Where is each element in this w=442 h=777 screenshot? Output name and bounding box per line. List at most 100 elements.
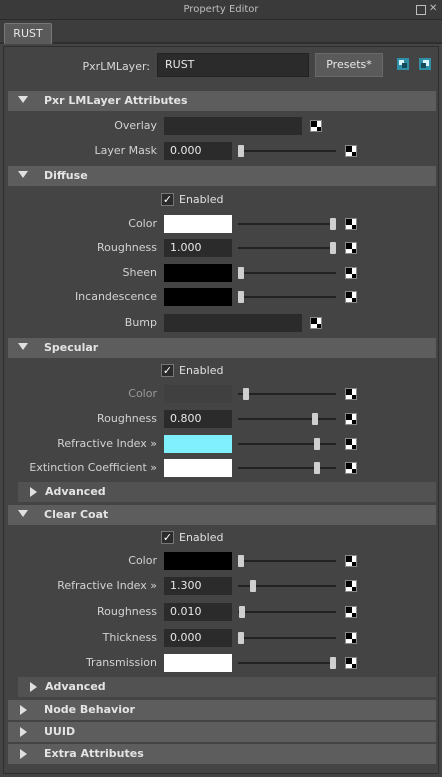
- section-title: UUID: [44, 725, 76, 738]
- diffuse-incandescence-slider[interactable]: [238, 296, 336, 298]
- specular-refractive-swatch[interactable]: [164, 435, 232, 453]
- slider-knob[interactable]: [249, 580, 256, 592]
- slider-knob[interactable]: [330, 657, 336, 669]
- specular-refractive-slider[interactable]: [238, 443, 336, 445]
- map-button-icon[interactable]: [310, 317, 322, 329]
- clearcoat-thickness-field[interactable]: 0.000: [164, 629, 232, 647]
- map-button-icon[interactable]: [345, 388, 357, 400]
- section-clear-coat[interactable]: Clear Coat: [8, 505, 436, 525]
- section-node-behavior[interactable]: Node Behavior: [8, 700, 436, 720]
- diffuse-sheen-slider[interactable]: [238, 272, 336, 274]
- clearcoat-color-swatch[interactable]: [164, 552, 232, 570]
- section-title: Diffuse: [44, 169, 88, 182]
- specular-extinction-slider[interactable]: [238, 467, 336, 469]
- enabled-label: Enabled: [179, 193, 224, 206]
- slider-knob[interactable]: [238, 606, 245, 618]
- slider-knob[interactable]: [314, 438, 321, 450]
- clearcoat-roughness-field[interactable]: 0.010: [164, 603, 232, 621]
- slider-knob[interactable]: [330, 242, 336, 254]
- tab-rust[interactable]: RUST: [4, 23, 52, 44]
- clearcoat-refractive-label[interactable]: Refractive Index »: [57, 579, 157, 592]
- diffuse-roughness-field[interactable]: 1.000: [164, 239, 232, 257]
- show-output-icon[interactable]: [418, 57, 432, 71]
- section-pxr-attributes[interactable]: Pxr LMLayer Attributes: [8, 91, 436, 111]
- specular-refractive-label[interactable]: Refractive Index »: [57, 437, 157, 450]
- clearcoat-color-slider[interactable]: [238, 560, 336, 562]
- clearcoat-enabled-checkbox[interactable]: ✓: [161, 531, 174, 544]
- diffuse-color-swatch[interactable]: [164, 215, 232, 233]
- slider-knob[interactable]: [330, 218, 336, 230]
- map-button-icon[interactable]: [345, 291, 357, 303]
- show-input-icon[interactable]: [396, 57, 410, 71]
- specular-color-slider[interactable]: [238, 393, 336, 395]
- map-button-icon[interactable]: [345, 438, 357, 450]
- enabled-label: Enabled: [179, 531, 224, 544]
- diffuse-color-row: Color: [4, 212, 438, 236]
- section-title: Advanced: [45, 680, 106, 693]
- specular-color-swatch[interactable]: [164, 385, 232, 403]
- section-title: Advanced: [45, 485, 106, 498]
- presets-button[interactable]: Presets*: [315, 53, 383, 77]
- diffuse-sheen-swatch[interactable]: [164, 264, 232, 282]
- specular-extinction-label[interactable]: Extinction Coefficient »: [29, 461, 157, 474]
- map-button-icon[interactable]: [345, 242, 357, 254]
- diffuse-sheen-label: Sheen: [122, 266, 157, 279]
- section-clearcoat-advanced[interactable]: Advanced: [18, 677, 436, 697]
- map-button-icon[interactable]: [345, 555, 357, 567]
- diffuse-roughness-slider[interactable]: [238, 247, 336, 249]
- overlay-field[interactable]: [164, 117, 302, 135]
- diffuse-roughness-label: Roughness: [96, 241, 157, 254]
- expand-arrow-icon: [20, 749, 27, 759]
- specular-extinction-row: Extinction Coefficient »: [4, 456, 438, 480]
- specular-extinction-swatch[interactable]: [164, 459, 232, 477]
- section-specular[interactable]: Specular: [8, 338, 436, 358]
- slider-knob[interactable]: [238, 145, 244, 157]
- diffuse-color-slider[interactable]: [238, 223, 336, 225]
- section-title: Clear Coat: [44, 508, 109, 521]
- map-button-icon[interactable]: [345, 267, 357, 279]
- slider-knob[interactable]: [238, 555, 244, 567]
- float-window-icon[interactable]: [416, 5, 426, 15]
- clearcoat-thickness-label: Thickness: [102, 631, 157, 644]
- close-icon[interactable]: ✕: [429, 4, 439, 14]
- slider-knob[interactable]: [238, 267, 244, 279]
- slider-knob[interactable]: [238, 632, 244, 644]
- specular-roughness-slider[interactable]: [238, 418, 336, 420]
- section-uuid[interactable]: UUID: [8, 722, 436, 742]
- diffuse-incandescence-swatch[interactable]: [164, 288, 232, 306]
- section-specular-advanced[interactable]: Advanced: [18, 482, 436, 502]
- specular-roughness-field[interactable]: 0.800: [164, 410, 232, 428]
- map-button-icon[interactable]: [345, 580, 357, 592]
- section-extra-attributes[interactable]: Extra Attributes: [8, 744, 436, 764]
- layer-name-field[interactable]: RUST: [157, 53, 309, 77]
- clearcoat-thickness-slider[interactable]: [238, 637, 336, 639]
- clearcoat-color-label: Color: [128, 554, 157, 567]
- section-diffuse[interactable]: Diffuse: [8, 166, 436, 186]
- clearcoat-enabled-row: ✓ Enabled: [4, 528, 438, 550]
- clearcoat-roughness-slider[interactable]: [238, 611, 336, 613]
- map-button-icon[interactable]: [345, 606, 357, 618]
- diffuse-bump-field[interactable]: [164, 314, 302, 332]
- specular-color-row: Color: [4, 382, 438, 406]
- diffuse-sheen-row: Sheen: [4, 261, 438, 285]
- map-button-icon[interactable]: [345, 657, 357, 669]
- slider-knob[interactable]: [238, 291, 244, 303]
- map-button-icon[interactable]: [345, 632, 357, 644]
- map-button-icon[interactable]: [345, 413, 357, 425]
- slider-knob[interactable]: [314, 462, 321, 474]
- layer-row: PxrLMLayer: RUST Presets*: [4, 47, 438, 87]
- slider-knob[interactable]: [242, 388, 249, 400]
- clearcoat-transmission-swatch[interactable]: [164, 654, 232, 672]
- map-button-icon[interactable]: [345, 218, 357, 230]
- diffuse-enabled-checkbox[interactable]: ✓: [161, 193, 174, 206]
- layer-mask-field[interactable]: 0.000: [164, 142, 232, 160]
- map-button-icon[interactable]: [345, 462, 357, 474]
- map-button-icon[interactable]: [310, 120, 322, 132]
- slider-knob[interactable]: [311, 413, 318, 425]
- layer-mask-slider[interactable]: [238, 150, 336, 152]
- map-button-icon[interactable]: [345, 145, 357, 157]
- specular-enabled-checkbox[interactable]: ✓: [161, 364, 174, 377]
- clearcoat-refractive-field[interactable]: 1.300: [164, 577, 232, 595]
- clearcoat-transmission-slider[interactable]: [238, 662, 336, 664]
- layer-mask-label: Layer Mask: [94, 144, 158, 157]
